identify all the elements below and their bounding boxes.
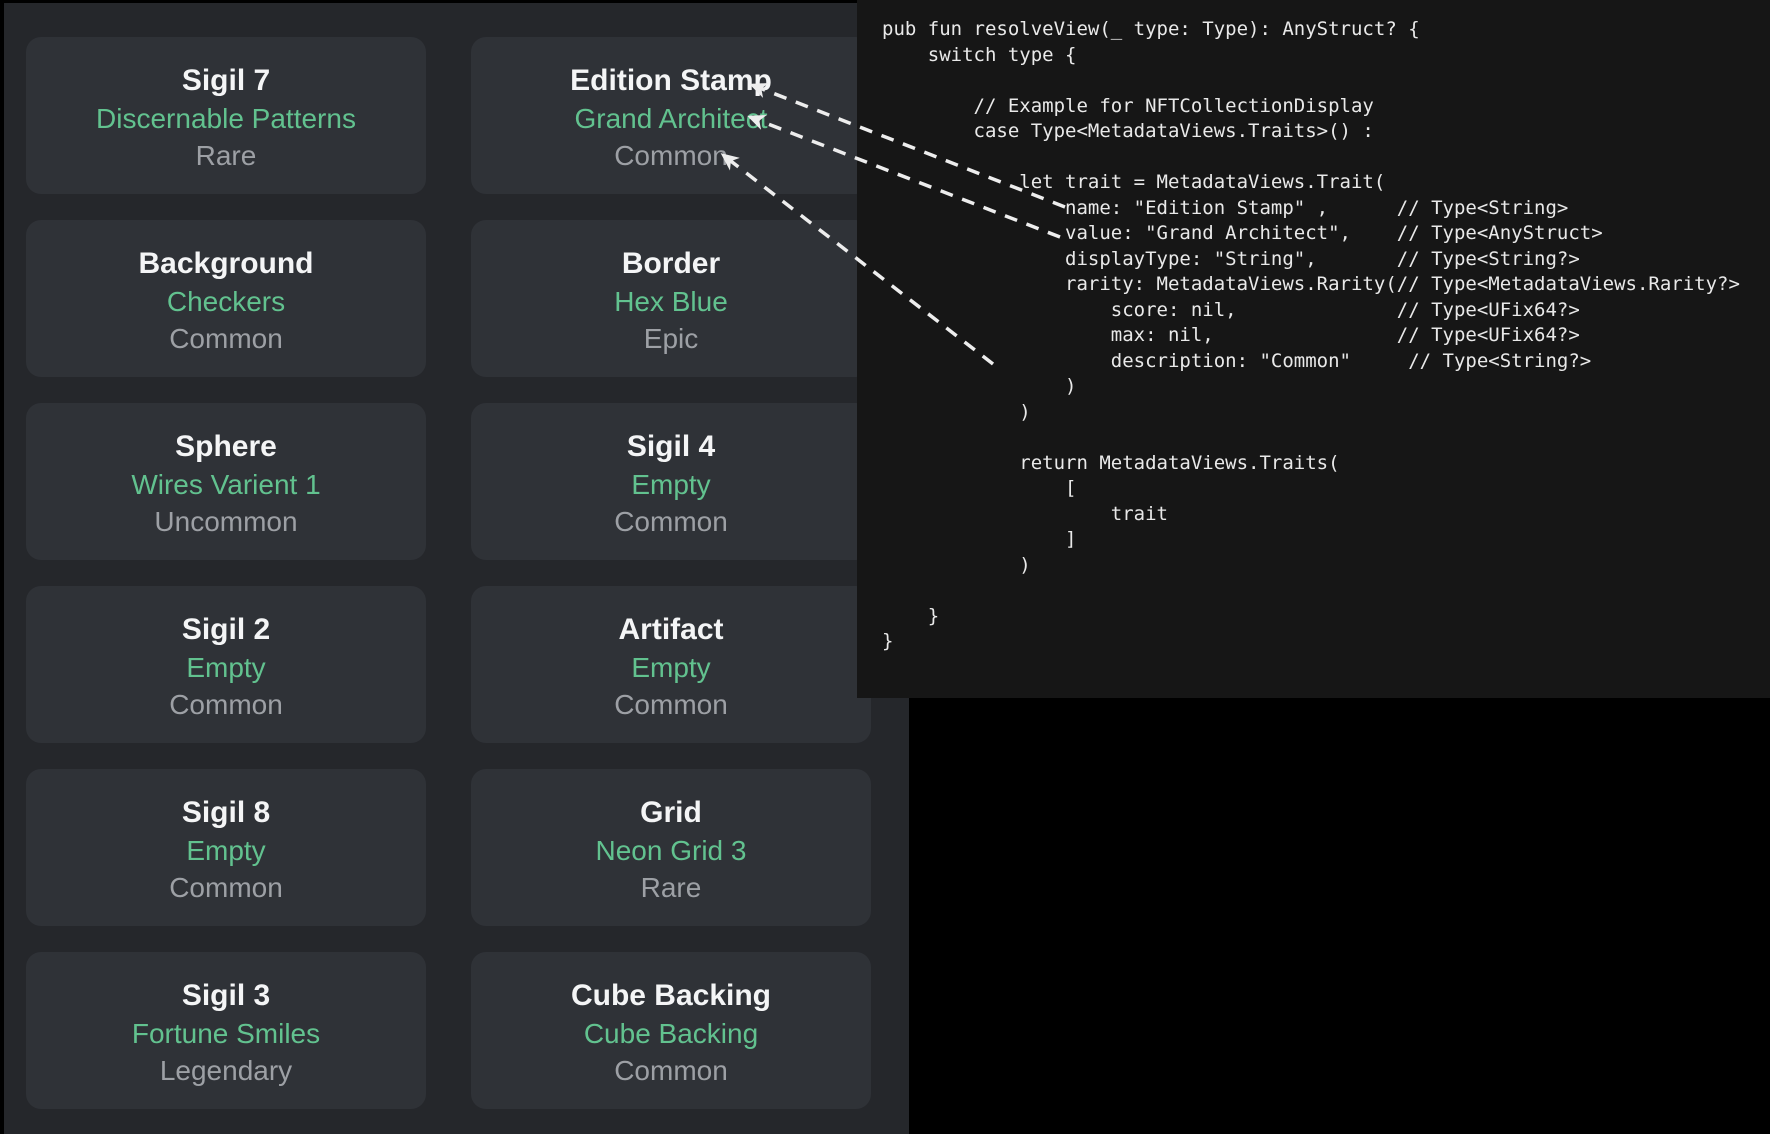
trait-rarity: Common [169,320,283,357]
trait-rarity: Legendary [160,1052,292,1089]
trait-rarity: Epic [644,320,698,357]
trait-card: Background Checkers Common [26,220,426,377]
trait-value: Empty [631,649,710,686]
trait-cards-grid: Sigil 7 Discernable Patterns Rare Editio… [26,37,871,1134]
trait-name: Sigil 8 [182,794,270,832]
trait-value: Neon Grid 3 [596,832,747,869]
trait-value: Fortune Smiles [132,1015,320,1052]
trait-name: Edition Stamp [570,62,772,100]
trait-rarity: Rare [641,869,702,906]
trait-name: Background [138,245,313,283]
trait-card: Sigil 2 Empty Common [26,586,426,743]
trait-value: Checkers [167,283,285,320]
trait-value: Hex Blue [614,283,728,320]
trait-card: Artifact Empty Common [471,586,871,743]
trait-value: Discernable Patterns [96,100,356,137]
code-panel: pub fun resolveView(_ type: Type): AnySt… [857,0,1770,698]
trait-value: Cube Backing [584,1015,758,1052]
trait-rarity: Common [614,686,728,723]
trait-card: Cube Backing Cube Backing Common [471,952,871,1109]
trait-rarity: Common [169,686,283,723]
trait-rarity: Common [614,1052,728,1089]
trait-value: Grand Architect [575,100,768,137]
trait-card: Sigil 7 Discernable Patterns Rare [26,37,426,194]
trait-name: Sphere [175,428,277,466]
trait-name: Sigil 7 [182,62,270,100]
trait-name: Cube Backing [571,977,771,1015]
trait-card: Sigil 8 Empty Common [26,769,426,926]
trait-value: Wires Varient 1 [131,466,320,503]
trait-card: Sigil 3 Fortune Smiles Legendary [26,952,426,1109]
code-block: pub fun resolveView(_ type: Type): AnySt… [857,0,1770,655]
trait-rarity: Rare [196,137,257,174]
trait-card: Edition Stamp Grand Architect Common [471,37,871,194]
trait-value: Empty [186,649,265,686]
trait-name: Grid [640,794,702,832]
trait-card: Grid Neon Grid 3 Rare [471,769,871,926]
trait-card: Sphere Wires Varient 1 Uncommon [26,403,426,560]
trait-card: Sigil 4 Empty Common [471,403,871,560]
trait-card: Border Hex Blue Epic [471,220,871,377]
traits-board: Sigil 7 Discernable Patterns Rare Editio… [4,3,909,1134]
trait-name: Artifact [618,611,723,649]
trait-name: Sigil 4 [627,428,715,466]
trait-rarity: Common [169,869,283,906]
trait-rarity: Common [614,137,728,174]
trait-name: Sigil 2 [182,611,270,649]
trait-name: Sigil 3 [182,977,270,1015]
trait-rarity: Common [614,503,728,540]
trait-rarity: Uncommon [154,503,297,540]
trait-value: Empty [186,832,265,869]
trait-value: Empty [631,466,710,503]
page-background: Sigil 7 Discernable Patterns Rare Editio… [0,0,1770,1134]
trait-name: Border [622,245,720,283]
